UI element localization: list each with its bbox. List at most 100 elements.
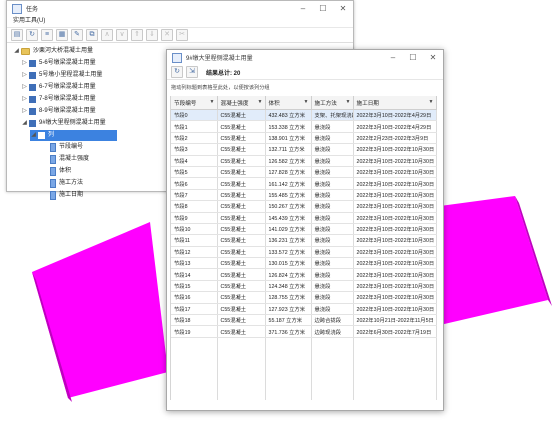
table-cell[interactable]: 127.828 立方米	[265, 166, 312, 179]
table-cell[interactable]: C55混凝土	[217, 200, 266, 213]
table-cell[interactable]: 2022年3月10日-2022年10月30日	[353, 291, 437, 304]
table-row[interactable]: 节段1 C55混凝土 153.338 立方米 悬浇段 2022年3月10日-2022年4…	[171, 120, 437, 133]
table-cell[interactable]: 节段10	[171, 223, 218, 236]
table-cell[interactable]: 2022年3月10日-2022年10月30日	[353, 303, 437, 316]
table-cell[interactable]: 悬浇段	[311, 177, 354, 190]
table-cell[interactable]: 145.439 立方米	[265, 212, 312, 224]
table-icon[interactable]: ▦	[56, 29, 68, 41]
table-cell[interactable]: 2022年10月21日-2022年11月5日	[353, 314, 437, 327]
table-cell[interactable]: C55混凝土	[217, 303, 266, 316]
table-cell[interactable]: 2022年3月10日-2022年10月30日	[353, 143, 437, 156]
tree-item[interactable]: ◢ 9#墩大里程侧混凝土用量	[21, 118, 106, 129]
table-cell[interactable]: C55混凝土	[217, 120, 266, 133]
table-cell[interactable]: C55混凝土	[217, 257, 266, 270]
table-cell[interactable]: 悬浇段	[311, 223, 354, 236]
minimize-icon[interactable]: –	[293, 1, 313, 16]
table-cell[interactable]: 节段2	[171, 132, 218, 145]
table-cell[interactable]: C55混凝土	[217, 291, 266, 304]
tree-column-node[interactable]: 施工日期	[49, 190, 83, 201]
table-cell[interactable]: 边跨合拢段	[311, 314, 354, 327]
column-header[interactable]: 施工日期 ▼	[353, 96, 437, 110]
table-row[interactable]: 节段5 C55混凝土 127.828 立方米 悬浇段 2022年3月10日-2022年1…	[171, 166, 437, 179]
tree-item-columns[interactable]: ◢ 列	[30, 130, 117, 141]
menu-utilities[interactable]: 实用工具(U)	[7, 16, 353, 28]
table-row[interactable]: 节段16 C55混凝土 128.755 立方米 悬浇段 2022年3月10日-2022年…	[171, 291, 437, 304]
table-cell[interactable]: 141.029 立方米	[265, 223, 312, 236]
table-cell[interactable]: 2022年2月23日-2022年3月9日	[353, 132, 437, 145]
table-cell[interactable]: 悬浇段	[311, 189, 354, 202]
table-cell[interactable]: 节段16	[171, 291, 218, 304]
table-cell[interactable]: 节段5	[171, 166, 218, 179]
filter-icon[interactable]: ▼	[346, 99, 351, 105]
move-bottom-icon[interactable]: ⇓	[146, 29, 158, 41]
group-by-hint[interactable]: 拖动列标题到表格至此处，以便按该列分组	[167, 79, 443, 96]
table-row[interactable]: 节段18 C55混凝土 55.187 立方米 边跨合拢段 2022年10月21日-202…	[171, 314, 437, 327]
column-header[interactable]: 节段编号 ▼	[171, 96, 218, 110]
tree-column-node[interactable]: 混凝土强度	[49, 154, 89, 165]
table-row[interactable]: 节段7 C55混凝土 155.485 立方米 悬浇段 2022年3月10日-2022年1…	[171, 189, 437, 202]
table-cell[interactable]: C55混凝土	[217, 223, 266, 236]
table-cell[interactable]: C55混凝土	[217, 109, 266, 122]
table-cell[interactable]: 悬浇段	[311, 200, 354, 213]
table-cell[interactable]: 2022年3月10日-2022年10月30日	[353, 155, 437, 167]
tree-item[interactable]: ▷ 6-7号墩梁混凝土用量	[21, 82, 96, 93]
export-icon[interactable]: ⇲	[186, 66, 198, 78]
table-cell[interactable]: 悬浇段	[311, 120, 354, 133]
table-cell[interactable]: C55混凝土	[217, 212, 266, 224]
table-row[interactable]: 节段2 C55混凝土 138.901 立方米 悬浇段 2022年2月23日-2022年3…	[171, 132, 437, 145]
minimize-icon[interactable]: –	[383, 50, 403, 65]
edit-icon[interactable]: ✎	[71, 29, 83, 41]
table-cell[interactable]: 节段14	[171, 268, 218, 281]
table-row[interactable]: 节段17 C55混凝土 127.923 立方米 悬浇段 2022年3月10日-2022年…	[171, 303, 437, 316]
tree-column-node[interactable]: 施工方法	[49, 178, 83, 189]
table-cell[interactable]: 133.572 立方米	[265, 246, 312, 259]
collapse-icon[interactable]: ◢	[21, 118, 28, 129]
table-cell[interactable]: 边跨现浇段	[311, 325, 354, 338]
table-cell[interactable]: C55混凝土	[217, 314, 266, 327]
expand-icon[interactable]: ▷	[21, 94, 28, 105]
table-cell[interactable]: 节段6	[171, 177, 218, 190]
table-cell[interactable]: 2022年3月10日-2022年10月30日	[353, 189, 437, 202]
table-cell[interactable]: 悬浇段	[311, 268, 354, 281]
maximize-icon[interactable]: ☐	[403, 50, 423, 65]
table-cell[interactable]: 悬浇段	[311, 132, 354, 145]
table-cell[interactable]: C55混凝土	[217, 177, 266, 190]
table-cell[interactable]: 2022年6月30日-2022年7月19日	[353, 325, 437, 338]
table-cell[interactable]: 55.187 立方米	[265, 314, 312, 327]
table-row[interactable]: 节段0 C55混凝土 432.483 立方米 支架、托架现浇段 2022年3月10日-2…	[171, 109, 437, 122]
table-cell[interactable]: C55混凝土	[217, 325, 266, 338]
table-cell[interactable]: 悬浇段	[311, 155, 354, 167]
table-cell[interactable]: 悬浇段	[311, 234, 354, 247]
table-cell[interactable]: 126.582 立方米	[265, 155, 312, 167]
table-cell[interactable]: 悬浇段	[311, 303, 354, 316]
filter-icon[interactable]: ▼	[304, 99, 309, 105]
table-cell[interactable]: 节段1	[171, 120, 218, 133]
table-cell[interactable]: 2022年3月10日-2022年10月30日	[353, 268, 437, 281]
tree-column-node[interactable]: 体积	[49, 166, 71, 177]
table-cell[interactable]: 2022年3月10日-2022年10月30日	[353, 234, 437, 247]
table-cell[interactable]: 悬浇段	[311, 143, 354, 156]
table-cell[interactable]: 2022年3月10日-2022年4月29日	[353, 109, 437, 122]
table-cell[interactable]: C55混凝土	[217, 155, 266, 167]
table-cell[interactable]: 2022年3月10日-2022年10月30日	[353, 212, 437, 224]
table-cell[interactable]: 153.338 立方米	[265, 120, 312, 133]
table-cell[interactable]: C55混凝土	[217, 246, 266, 259]
table-cell[interactable]: 130.015 立方米	[265, 257, 312, 270]
table-row[interactable]: 节段14 C55混凝土 126.824 立方米 悬浇段 2022年3月10日-2022年…	[171, 268, 437, 281]
tree-item[interactable]: ▷ 5-6号墩梁混凝土用量	[21, 58, 96, 69]
table-cell[interactable]: 悬浇段	[311, 246, 354, 259]
table-cell[interactable]: 2022年3月10日-2022年10月30日	[353, 223, 437, 236]
table-cell[interactable]: 节段9	[171, 212, 218, 224]
table-row[interactable]: 节段10 C55混凝土 141.029 立方米 悬浇段 2022年3月10日-2022年…	[171, 223, 437, 236]
table-cell[interactable]: 悬浇段	[311, 291, 354, 304]
table-cell[interactable]: 432.483 立方米	[265, 109, 312, 122]
table-cell[interactable]: 126.824 立方米	[265, 268, 312, 281]
table-cell[interactable]: 127.923 立方米	[265, 303, 312, 316]
table-cell[interactable]: 节段3	[171, 143, 218, 156]
table-cell[interactable]: C55混凝土	[217, 166, 266, 179]
table-row[interactable]: 节段9 C55混凝土 145.439 立方米 悬浇段 2022年3月10日-2022年1…	[171, 212, 437, 224]
copy-icon[interactable]: ⧉	[86, 29, 98, 41]
close-icon[interactable]: ✕	[333, 1, 353, 16]
table-cell[interactable]: 节段19	[171, 325, 218, 338]
table-cell[interactable]: C55混凝土	[217, 234, 266, 247]
